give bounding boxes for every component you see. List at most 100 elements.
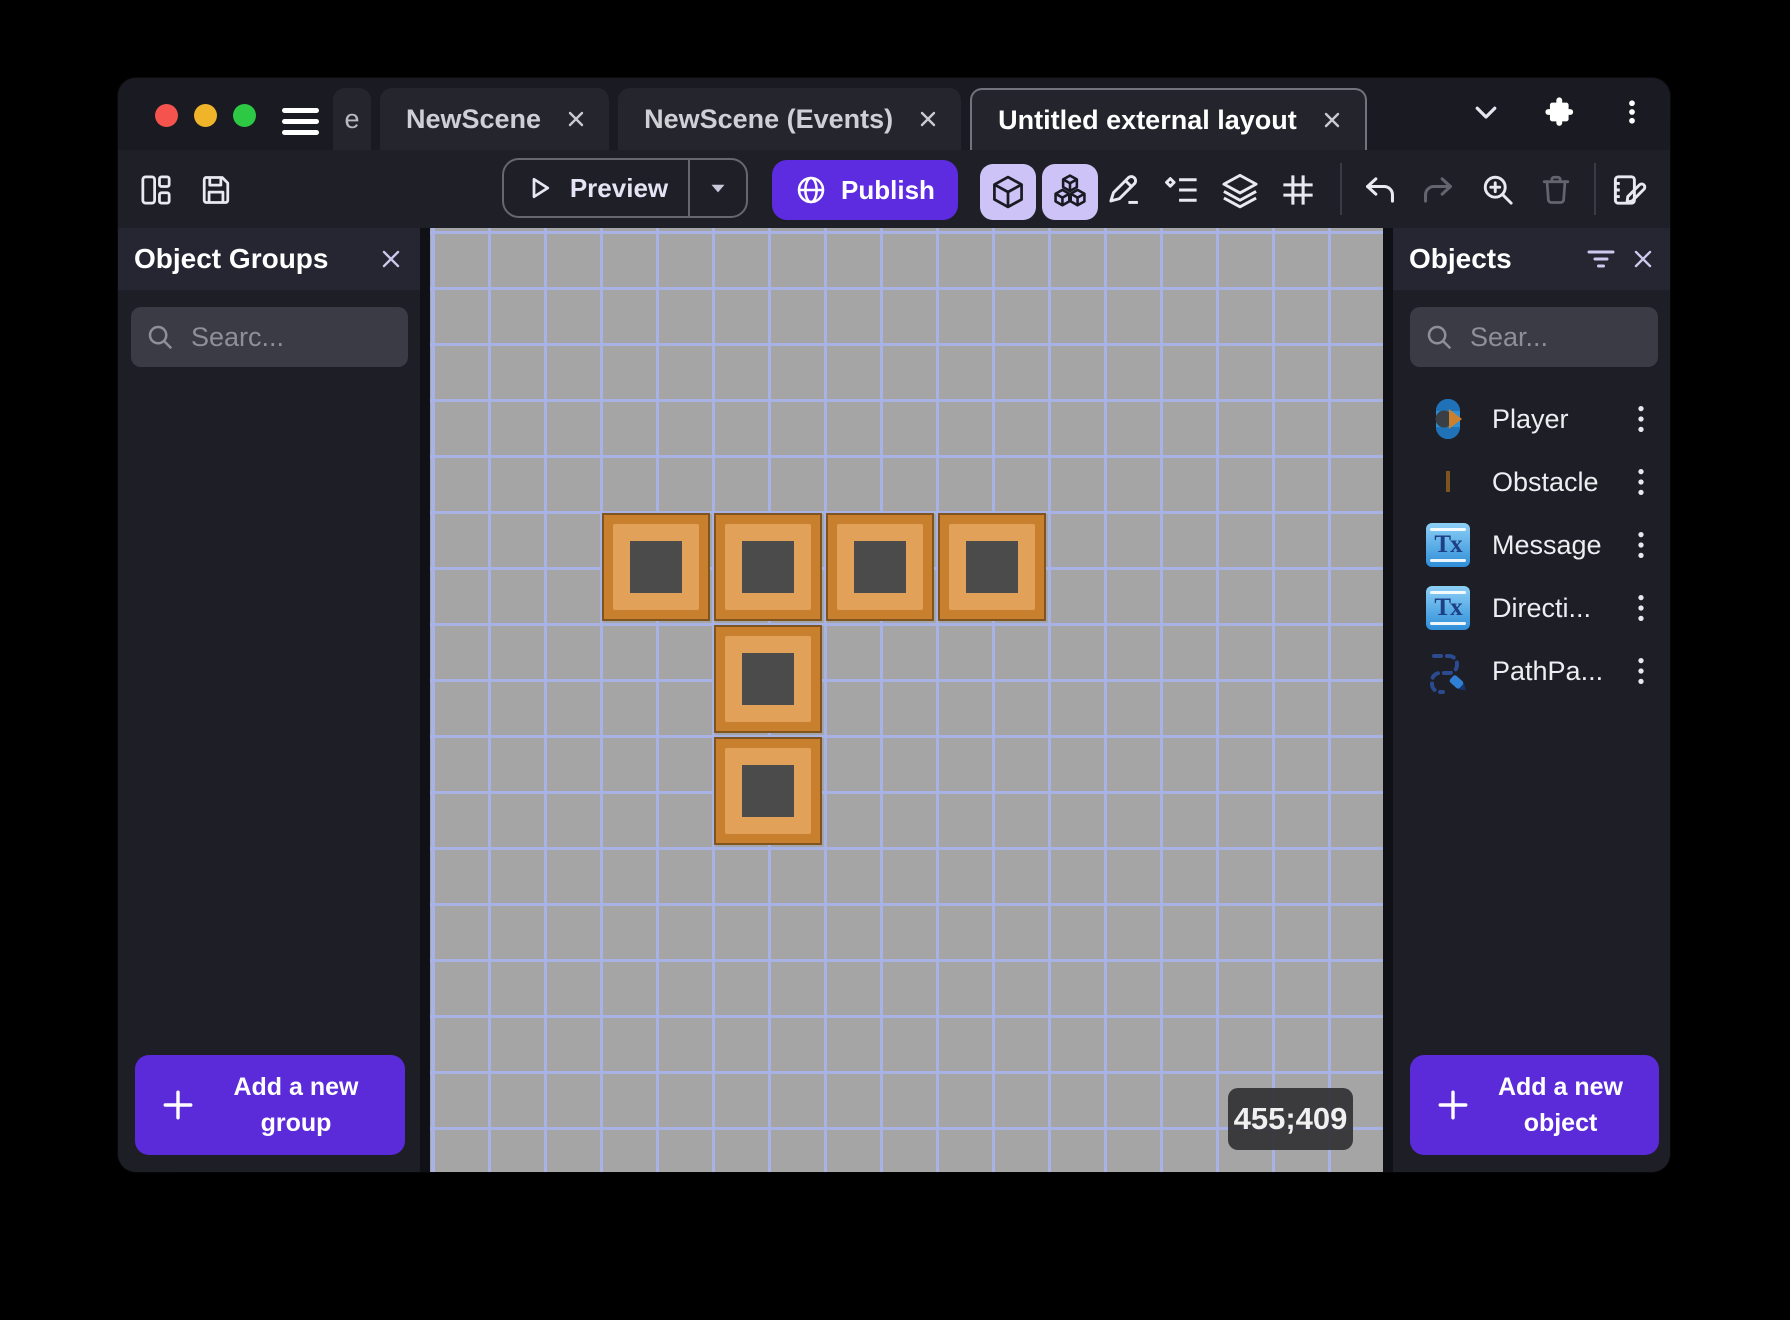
object-name: Directi... (1492, 593, 1592, 623)
toolbar-divider (1594, 163, 1596, 215)
objects-search-box[interactable] (1410, 307, 1658, 367)
plus-icon (1438, 1090, 1468, 1120)
object-menu-dots-icon[interactable] (1623, 397, 1659, 441)
tab-close-icon[interactable] (913, 104, 943, 134)
zoom-in-icon[interactable] (1476, 168, 1520, 212)
obstacle-instance[interactable] (826, 513, 934, 621)
objects-instances-toggle[interactable] (1042, 164, 1098, 220)
groups-search-input[interactable] (191, 321, 394, 353)
edit-scene-properties-icon[interactable] (1608, 168, 1652, 212)
object-name: Player (1492, 404, 1569, 434)
object-thumbnail (1424, 395, 1472, 443)
object-thumbnail (1424, 647, 1472, 695)
toolbar: Preview Publish (118, 150, 1670, 228)
object-groups-title: Object Groups (134, 243, 329, 274)
scene-3d-view-toggle[interactable] (980, 164, 1036, 220)
edit-pencil-icon[interactable] (1102, 168, 1146, 212)
object-name: PathPa... (1492, 656, 1604, 686)
groups-search-box[interactable] (131, 307, 408, 367)
player-icon (1425, 396, 1471, 442)
close-panel-icon[interactable] (1622, 238, 1664, 280)
desktop-background: e NewScene NewScene (Events) Untitled ex… (0, 0, 1790, 1320)
obstacle-instance[interactable] (602, 513, 710, 621)
save-icon[interactable] (194, 168, 238, 212)
editor-content: Object Groups Add a new group (118, 228, 1670, 1172)
tab-label: NewScene (406, 103, 542, 134)
instances-list-icon[interactable] (1160, 168, 1204, 212)
minimize-window-button[interactable] (194, 103, 217, 127)
obstacle-instance[interactable] (714, 625, 822, 733)
more-options-icon[interactable] (1612, 92, 1652, 132)
objects-list: Player Obstacle Tx Message Tx Directi...… (1393, 388, 1670, 703)
add-group-label: Add a new group (233, 1072, 359, 1137)
globe-icon (797, 176, 825, 204)
plus-icon (163, 1090, 193, 1120)
zoom-window-button[interactable] (233, 103, 256, 127)
objects-search-input[interactable] (1470, 321, 1644, 353)
object-menu-dots-icon[interactable] (1623, 523, 1659, 567)
cube-icon (993, 175, 1023, 209)
object-list-item[interactable]: Tx Message (1393, 514, 1670, 577)
object-list-item[interactable]: Tx Directi... (1393, 577, 1670, 640)
caret-down-icon (711, 184, 725, 193)
editor-tab[interactable]: NewScene (Events) (618, 88, 962, 150)
object-menu-dots-icon[interactable] (1623, 649, 1659, 693)
object-groups-header: Object Groups (118, 228, 420, 290)
text-object-icon: Tx (1426, 586, 1470, 630)
editor-tab[interactable]: NewScene (380, 88, 610, 150)
object-thumbnail: Tx (1424, 521, 1472, 569)
object-thumbnail (1424, 458, 1472, 506)
object-thumbnail: Tx (1424, 584, 1472, 632)
play-icon (532, 177, 549, 199)
close-window-button[interactable] (155, 103, 178, 127)
preview-main[interactable]: Preview (504, 160, 688, 216)
main-menu-icon[interactable] (282, 106, 319, 136)
panels-layout-icon[interactable] (134, 168, 178, 212)
cubes-stack-icon (1054, 174, 1086, 207)
preview-button[interactable]: Preview (502, 158, 748, 218)
object-list-item[interactable]: PathPa... (1393, 640, 1670, 703)
close-panel-icon[interactable] (370, 238, 412, 280)
tab-close-icon[interactable] (561, 104, 591, 134)
tab-close-icon[interactable] (1317, 105, 1347, 135)
editor-tab[interactable]: Untitled external layout (970, 88, 1367, 150)
tab-label: Untitled external layout (998, 104, 1297, 135)
add-group-button[interactable]: Add a new group (135, 1055, 405, 1155)
scene-canvas[interactable]: 455;409 (430, 228, 1383, 1172)
obstacle-instance[interactable] (714, 513, 822, 621)
chevron-down-icon[interactable] (1466, 92, 1506, 132)
path-icon (1425, 648, 1471, 694)
object-groups-panel: Object Groups Add a new group (118, 228, 420, 1172)
object-list-item[interactable]: Player (1393, 388, 1670, 451)
undo-icon[interactable] (1358, 168, 1402, 212)
obstacle-instance[interactable] (938, 513, 1046, 621)
publish-button[interactable]: Publish (772, 160, 958, 220)
delete-trash-icon[interactable] (1534, 168, 1578, 212)
object-menu-dots-icon[interactable] (1623, 460, 1659, 504)
obstacle-instance[interactable] (714, 737, 822, 845)
publish-label: Publish (841, 174, 935, 205)
title-bar: e NewScene NewScene (Events) Untitled ex… (118, 78, 1670, 150)
object-list-item[interactable]: Obstacle (1393, 451, 1670, 514)
preview-dropdown-button[interactable] (690, 160, 746, 216)
text-object-icon: Tx (1426, 523, 1470, 567)
preview-label: Preview (569, 172, 669, 203)
add-object-button[interactable]: Add a new object (1410, 1055, 1659, 1155)
filter-icon[interactable] (1580, 238, 1622, 280)
cursor-coordinates-badge: 455;409 (1228, 1088, 1353, 1150)
obstacle-icon (1446, 471, 1450, 492)
objects-title: Objects (1409, 243, 1512, 274)
grid-icon[interactable] (1276, 168, 1320, 212)
object-name: Obstacle (1492, 467, 1599, 497)
layers-icon[interactable] (1218, 168, 1262, 212)
tab-strip: e NewScene NewScene (Events) Untitled ex… (333, 88, 1418, 150)
tab-partial[interactable]: e (333, 88, 371, 150)
tab-label: NewScene (Events) (644, 103, 894, 134)
object-menu-dots-icon[interactable] (1623, 586, 1659, 630)
toolbar-divider (1340, 163, 1342, 215)
objects-header: Objects (1393, 228, 1670, 290)
redo-icon[interactable] (1416, 168, 1460, 212)
objects-panel: Objects Sear... Player Obstacle Tx Messa… (1393, 228, 1670, 1172)
gdevelop-window: e NewScene NewScene (Events) Untitled ex… (118, 78, 1670, 1172)
extensions-puzzle-icon[interactable] (1539, 92, 1579, 132)
